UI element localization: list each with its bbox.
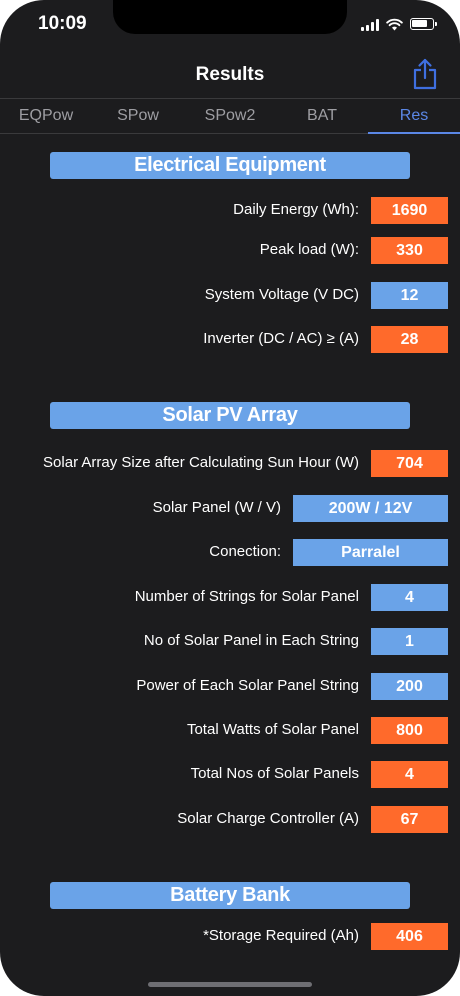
tab-eqpow[interactable]: EQPow	[0, 99, 92, 133]
peak-load-label: Peak load (W):	[259, 241, 359, 258]
solar-array-size-label: Solar Array Size after Calculating Sun H…	[43, 454, 359, 471]
solar-panel-value[interactable]: 200W / 12V	[293, 495, 448, 522]
status-icons	[361, 14, 437, 34]
total-watts-value: 800	[371, 717, 448, 744]
page-title: Results	[195, 64, 265, 85]
connection-value[interactable]: Parralel	[293, 539, 448, 566]
total-panels-label: Total Nos of Solar Panels	[190, 765, 359, 782]
navigation-bar: Results	[0, 52, 460, 98]
total-panels-value: 4	[371, 761, 448, 788]
solar-panel-label: Solar Panel (W / V)	[152, 499, 281, 516]
strings-count-value[interactable]: 4	[371, 584, 448, 611]
charge-controller-value: 67	[371, 806, 448, 833]
system-voltage-value[interactable]: 12	[371, 282, 448, 309]
charge-controller-label: Solar Charge Controller (A)	[177, 810, 359, 827]
signal-icon	[361, 18, 379, 31]
status-time: 10:09	[38, 13, 87, 34]
tab-res[interactable]: Res	[368, 99, 460, 134]
section-header-battery: Battery Bank	[50, 882, 410, 909]
section-header-solar: Solar PV Array	[50, 402, 410, 429]
string-power-value[interactable]: 200	[371, 673, 448, 700]
share-icon[interactable]	[412, 58, 438, 90]
tab-bat[interactable]: BAT	[276, 99, 368, 133]
daily-energy-value: 1690	[371, 197, 448, 224]
section-header-electrical: Electrical Equipment	[50, 152, 410, 179]
panels-per-string-value[interactable]: 1	[371, 628, 448, 655]
wifi-icon	[386, 18, 403, 30]
strings-count-label: Number of Strings for Solar Panel	[134, 588, 359, 605]
device-notch	[113, 0, 347, 34]
daily-energy-label: Daily Energy (Wh):	[233, 201, 359, 218]
storage-required-label: *Storage Required (Ah)	[203, 927, 359, 944]
storage-required-value: 406	[371, 923, 448, 950]
tab-bar: EQPow SPow SPow2 BAT Res	[0, 98, 460, 134]
solar-array-size-value: 704	[371, 450, 448, 477]
string-power-label: Power of Each Solar Panel String	[136, 677, 359, 694]
tab-spow[interactable]: SPow	[92, 99, 184, 133]
inverter-label: Inverter (DC / AC) ≥ (A)	[203, 330, 359, 347]
system-voltage-label: System Voltage (V DC)	[204, 286, 359, 303]
peak-load-value: 330	[371, 237, 448, 264]
inverter-value: 28	[371, 326, 448, 353]
home-indicator[interactable]	[148, 982, 312, 987]
tab-spow2[interactable]: SPow2	[184, 99, 276, 133]
panels-per-string-label: No of Solar Panel in Each String	[143, 632, 359, 649]
total-watts-label: Total Watts of Solar Panel	[186, 721, 359, 738]
connection-label: Conection:	[209, 543, 281, 560]
app-screen: 10:09 Results EQPow SPow SPow2 BAT Res E…	[0, 0, 460, 996]
battery-icon	[410, 18, 437, 30]
